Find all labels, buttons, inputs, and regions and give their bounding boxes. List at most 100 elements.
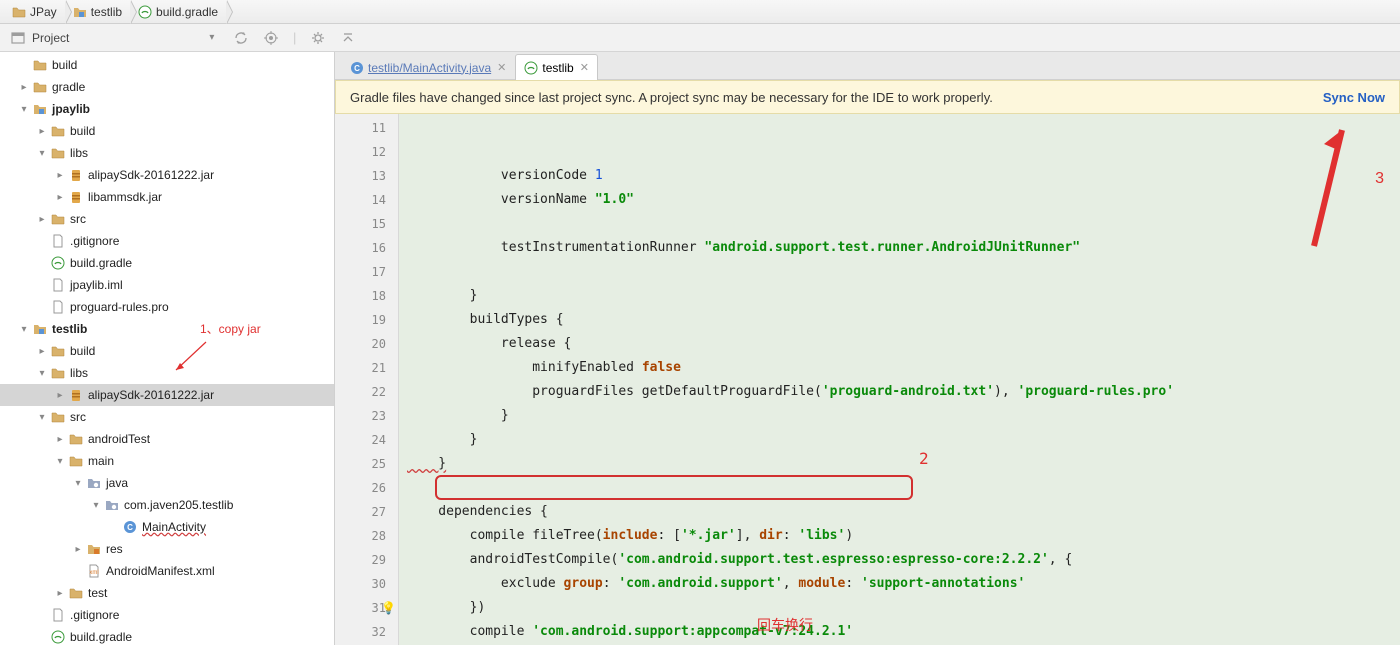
tree-node[interactable]: ▾java <box>0 472 334 494</box>
expander-icon[interactable]: ▸ <box>36 125 48 137</box>
code-line[interactable]: exclude group: 'com.android.support', mo… <box>399 572 1400 596</box>
target-icon[interactable] <box>263 30 279 46</box>
code-line[interactable]: release { <box>399 332 1400 356</box>
expander-icon[interactable]: ▸ <box>54 433 66 445</box>
node-label: .gitignore <box>70 234 119 248</box>
file-icon <box>50 607 66 623</box>
code-line[interactable] <box>399 260 1400 284</box>
expander-icon[interactable] <box>36 301 48 313</box>
code-line[interactable]: proguardFiles getDefaultProguardFile('pr… <box>399 380 1400 404</box>
expander-icon[interactable]: ▸ <box>54 191 66 203</box>
chevron-down-icon[interactable]: ▾ <box>209 32 214 43</box>
project-tree[interactable]: build▸gradle▾jpaylib▸build▾libs▸alipaySd… <box>0 52 335 645</box>
code-line[interactable]: } <box>399 428 1400 452</box>
expander-icon[interactable]: ▸ <box>72 543 84 555</box>
expander-icon[interactable]: ▾ <box>36 411 48 423</box>
project-view-label[interactable]: Project <box>32 31 69 45</box>
expander-icon[interactable]: ▸ <box>36 345 48 357</box>
code-line[interactable]: dependencies { <box>399 500 1400 524</box>
expander-icon[interactable]: ▸ <box>54 389 66 401</box>
expander-icon[interactable]: ▾ <box>36 367 48 379</box>
tree-node[interactable]: build <box>0 54 334 76</box>
tree-node[interactable]: build.gradle <box>0 626 334 645</box>
tree-node[interactable]: ▸build <box>0 120 334 142</box>
tree-node[interactable]: ▾src <box>0 406 334 428</box>
expander-icon[interactable] <box>18 59 30 71</box>
node-label: libs <box>70 366 88 380</box>
breadcrumb-item[interactable]: build.gradle <box>130 0 226 24</box>
tree-node[interactable]: ▾com.javen205.testlib <box>0 494 334 516</box>
tree-node[interactable]: ▾libs <box>0 142 334 164</box>
tree-node[interactable]: ▸ res <box>0 538 334 560</box>
gear-icon[interactable] <box>310 30 326 46</box>
tree-node[interactable]: xmlAndroidManifest.xml <box>0 560 334 582</box>
expander-icon[interactable]: ▾ <box>90 499 102 511</box>
expander-icon[interactable] <box>72 565 84 577</box>
expander-icon[interactable] <box>36 235 48 247</box>
code-line[interactable] <box>399 212 1400 236</box>
expander-icon[interactable]: ▾ <box>18 103 30 115</box>
close-icon[interactable]: ✕ <box>497 61 506 74</box>
tree-node[interactable]: ▾ libs <box>0 362 334 384</box>
expander-icon[interactable] <box>108 521 120 533</box>
code-line[interactable] <box>399 476 1400 500</box>
node-label: res <box>106 542 123 556</box>
tree-node[interactable]: .gitignore <box>0 604 334 626</box>
code-line[interactable]: } <box>399 404 1400 428</box>
expander-icon[interactable]: ▾ <box>18 323 30 335</box>
code-line[interactable]: compile fileTree(include: ['*.jar'], dir… <box>399 524 1400 548</box>
node-label: proguard-rules.pro <box>70 300 169 314</box>
expander-icon[interactable]: ▾ <box>36 147 48 159</box>
expander-icon[interactable]: ▸ <box>36 213 48 225</box>
tree-node[interactable]: ▸alipaySdk-20161222.jar <box>0 164 334 186</box>
tree-node[interactable]: build.gradle <box>0 252 334 274</box>
tree-node[interactable]: ▾jpaylib <box>0 98 334 120</box>
tree-node[interactable]: ▸alipaySdk-20161222.jar <box>0 384 334 406</box>
code-line[interactable]: }) <box>399 596 1400 620</box>
code-line[interactable]: versionCode 1 <box>399 164 1400 188</box>
expander-icon[interactable]: ▾ <box>72 477 84 489</box>
tree-node[interactable]: ▸test <box>0 582 334 604</box>
expander-icon[interactable] <box>36 279 48 291</box>
tree-node[interactable]: ▸androidTest <box>0 428 334 450</box>
close-icon[interactable]: ✕ <box>580 61 589 74</box>
collapse-icon[interactable] <box>340 30 356 46</box>
code-line[interactable]: } <box>399 452 1400 476</box>
editor-tab[interactable]: testlib✕ <box>515 54 598 80</box>
expander-icon[interactable]: ▸ <box>54 169 66 181</box>
tree-node[interactable]: ▾testlib <box>0 318 334 340</box>
code-line[interactable]: versionName "1.0" <box>399 188 1400 212</box>
code-area[interactable]: versionCode 1 versionName "1.0" testInst… <box>399 114 1400 645</box>
tree-node[interactable]: .gitignore <box>0 230 334 252</box>
expander-icon[interactable] <box>36 257 48 269</box>
tree-node[interactable]: ▸build <box>0 340 334 362</box>
code-line[interactable]: compile 'com.android.support:appcompat-v… <box>399 620 1400 644</box>
folder-icon <box>68 431 84 447</box>
expander-icon[interactable] <box>36 631 48 643</box>
tree-node[interactable]: proguard-rules.pro <box>0 296 334 318</box>
expander-icon[interactable]: ▾ <box>54 455 66 467</box>
expander-icon[interactable]: ▸ <box>18 81 30 93</box>
tree-node[interactable]: ▸libammsdk.jar <box>0 186 334 208</box>
sync-now-link[interactable]: Sync Now <box>1323 90 1385 105</box>
tree-node[interactable]: ▾main <box>0 450 334 472</box>
breadcrumb-label: testlib <box>91 5 122 19</box>
code-line[interactable]: testInstrumentationRunner "android.suppo… <box>399 236 1400 260</box>
code-line[interactable]: buildTypes { <box>399 308 1400 332</box>
tree-node[interactable]: jpaylib.iml <box>0 274 334 296</box>
code-line[interactable]: androidTestCompile('com.android.support.… <box>399 548 1400 572</box>
expander-icon[interactable]: ▸ <box>54 587 66 599</box>
expander-icon[interactable] <box>36 609 48 621</box>
breadcrumb-item[interactable]: JPay <box>4 0 65 24</box>
tree-node[interactable]: ▸gradle <box>0 76 334 98</box>
sync-icon[interactable] <box>233 30 249 46</box>
breadcrumb-item[interactable]: testlib <box>65 0 130 24</box>
tree-node[interactable]: ▸src <box>0 208 334 230</box>
file-icon <box>50 277 66 293</box>
code-line[interactable]: } <box>399 284 1400 308</box>
tree-node[interactable]: CMainActivity <box>0 516 334 538</box>
line-gutter: 1112131415161718192021222324252627282930… <box>335 114 399 645</box>
module-icon <box>32 321 48 337</box>
editor-tab[interactable]: Ctestlib/MainActivity.java✕ <box>341 54 515 80</box>
code-line[interactable]: minifyEnabled false <box>399 356 1400 380</box>
